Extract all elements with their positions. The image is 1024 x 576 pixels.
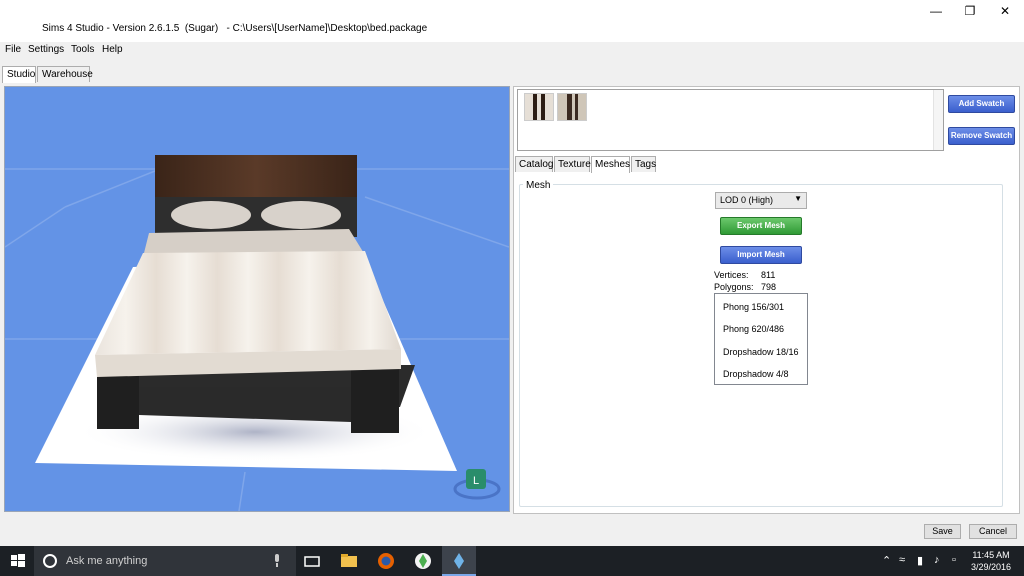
add-swatch-button[interactable]: Add Swatch [948, 95, 1015, 113]
taskbar: Ask me anything ⌃ ≈ ▮ ♪ ▫ 11:45 AM 3/29/… [0, 546, 1024, 576]
wifi-icon[interactable]: ≈ [899, 554, 905, 566]
list-item[interactable]: Phong 156/301 [723, 302, 784, 312]
application-window: Sims 4 Studio - Version 2.6.1.5 (Sugar) … [0, 0, 1024, 546]
menu-settings[interactable]: Settings [28, 44, 64, 55]
list-item[interactable]: Phong 620/486 [723, 324, 784, 334]
battery-icon[interactable]: ▮ [917, 554, 923, 567]
volume-icon[interactable]: ♪ [934, 554, 940, 566]
lod-dropdown-value: LOD 0 (High) [720, 195, 774, 205]
swatch-list[interactable] [517, 89, 944, 151]
chevron-up-icon[interactable]: ⌃ [882, 554, 891, 567]
export-mesh-button[interactable]: Export Mesh [720, 217, 802, 235]
cortana-circle-icon [43, 554, 57, 568]
lod-badge-label: L [473, 475, 479, 487]
swatch-thumbnail [525, 94, 553, 120]
import-mesh-button[interactable]: Import Mesh [720, 246, 802, 264]
windows-start-icon[interactable] [8, 551, 28, 571]
file-explorer-icon[interactable] [339, 551, 359, 571]
list-item[interactable]: Dropshadow 18/16 [723, 347, 799, 357]
notification-icon[interactable]: ▫ [952, 554, 956, 566]
cancel-button[interactable]: Cancel [969, 524, 1017, 539]
task-view-icon[interactable] [302, 551, 322, 571]
bed-preview-render: L [5, 155, 509, 511]
close-button[interactable]: ✕ [990, 4, 1020, 18]
tab-tags[interactable]: Tags [631, 156, 656, 172]
vertices-label: Vertices: [714, 270, 749, 280]
mesh-group-label: Mesh [523, 180, 554, 191]
save-button[interactable]: Save [924, 524, 961, 539]
tab-studio[interactable]: Studio [2, 66, 36, 83]
sims4studio-icon [454, 553, 464, 569]
menu-help[interactable]: Help [102, 44, 123, 55]
swatch-dark-wood[interactable] [524, 93, 554, 121]
tab-catalog[interactable]: Catalog [515, 156, 553, 172]
remove-swatch-button[interactable]: Remove Swatch [948, 127, 1015, 145]
swatch-thumbnail [558, 94, 586, 120]
mesh-group-list[interactable]: Phong 156/301 Phong 620/486 Dropshadow 1… [714, 293, 808, 385]
microphone-icon[interactable] [272, 554, 282, 568]
title-bar: Sims 4 Studio - Version 2.6.1.5 (Sugar) … [0, 0, 1024, 42]
vertices-value: 811 [761, 270, 776, 280]
list-item[interactable]: Dropshadow 4/8 [723, 369, 789, 379]
clock-date: 3/29/2016 [970, 562, 1012, 572]
minimize-button[interactable]: — [921, 4, 951, 18]
sims4studio-taskbar-button[interactable] [442, 546, 476, 576]
chevron-down-icon: ▼ [794, 194, 802, 203]
clock-time: 11:45 AM [972, 550, 1010, 560]
menu-tools[interactable]: Tools [71, 44, 94, 55]
polygons-value: 798 [761, 282, 777, 292]
search-placeholder: Ask me anything [66, 555, 148, 567]
tab-warehouse[interactable]: Warehouse [37, 66, 93, 82]
sims-plumbob-icon[interactable] [413, 551, 433, 571]
firefox-icon[interactable] [376, 551, 396, 571]
cortana-search-box[interactable]: Ask me anything [34, 546, 296, 576]
menu-bar: File Settings Tools Help [0, 42, 1024, 58]
tab-texture[interactable]: Texture [554, 156, 591, 172]
tab-meshes[interactable]: Meshes [591, 156, 630, 173]
system-clock[interactable]: 11:45 AM 3/29/2016 [968, 549, 1014, 573]
3d-viewport[interactable]: L [4, 86, 510, 512]
menu-file[interactable]: File [5, 44, 21, 55]
swatch-scrollbar[interactable] [933, 90, 943, 150]
polygons-label: Polygons: [714, 282, 754, 292]
lod-dropdown[interactable]: LOD 0 (High) ▼ [715, 192, 807, 209]
maximize-button[interactable]: ❐ [955, 4, 985, 18]
swatch-light-wood[interactable] [557, 93, 587, 121]
window-title: Sims 4 Studio - Version 2.6.1.5 (Sugar) … [42, 23, 428, 34]
